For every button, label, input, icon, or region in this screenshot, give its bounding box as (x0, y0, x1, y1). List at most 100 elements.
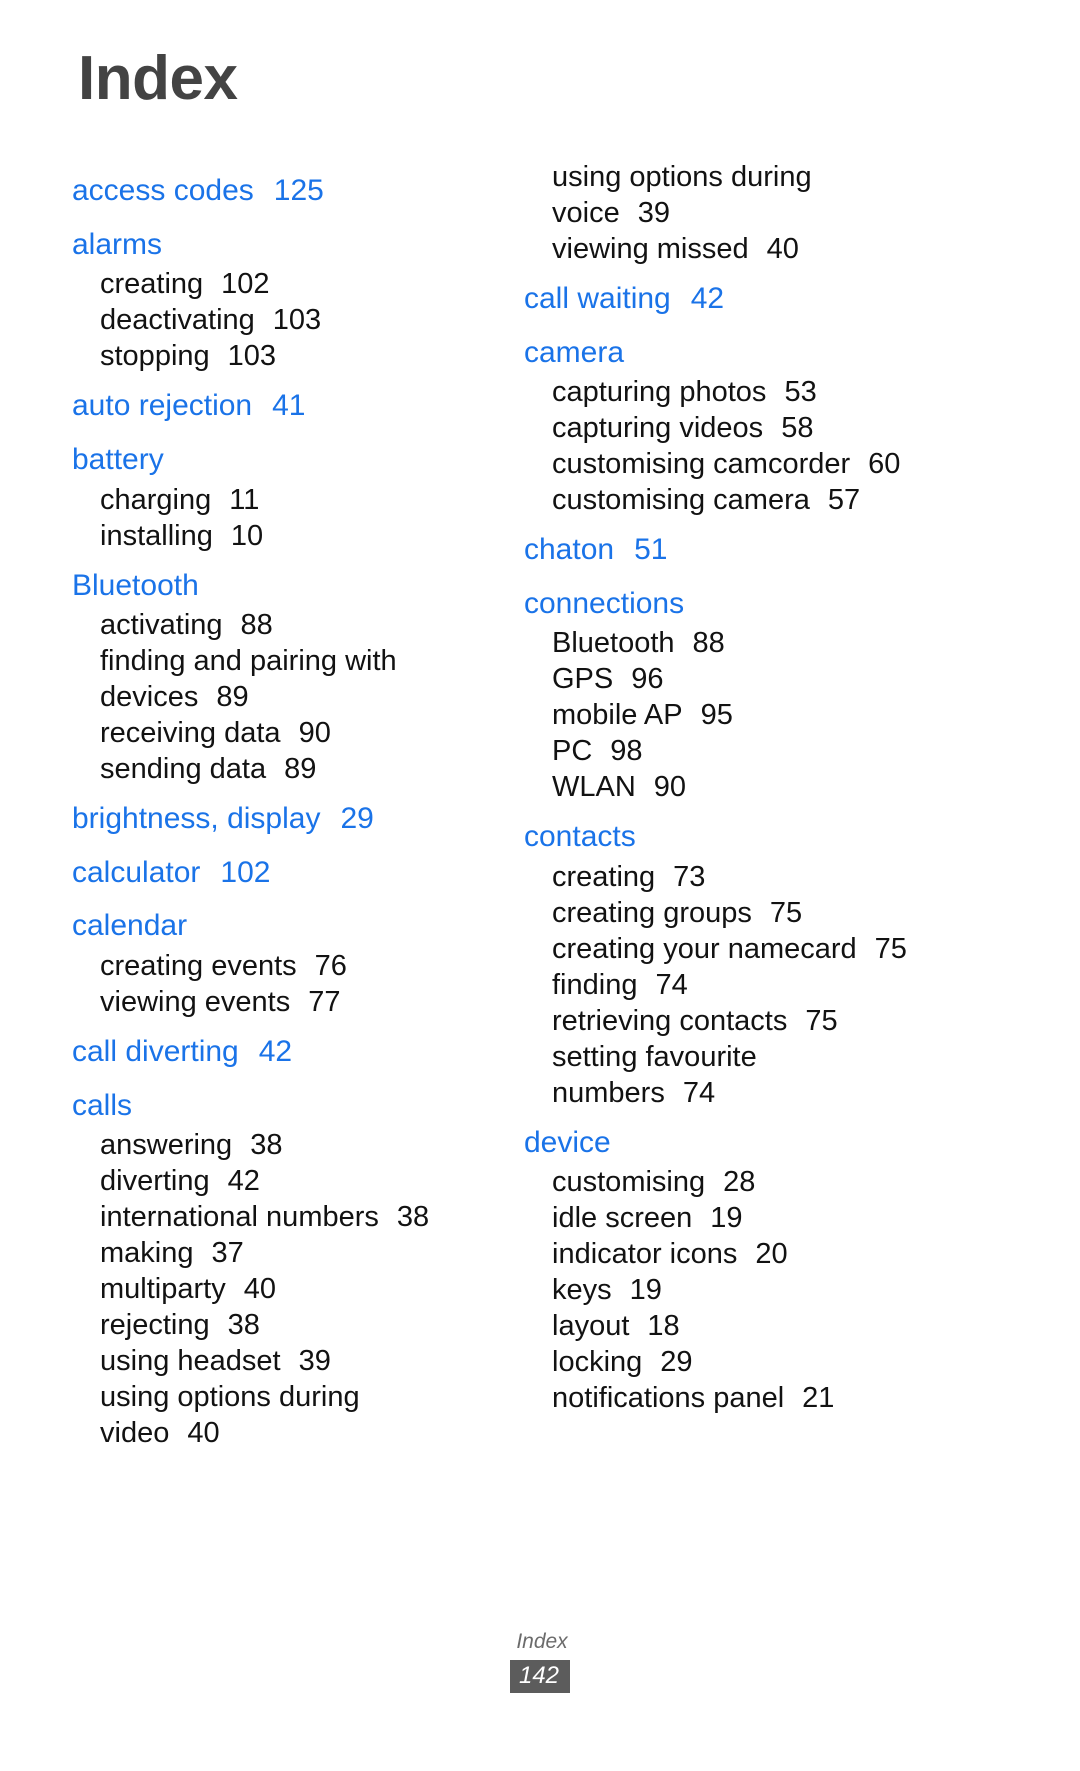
index-subentry[interactable]: locking 29 (524, 1345, 964, 1381)
index-subentry[interactable]: customising camera 57 (524, 483, 964, 519)
index-subentry[interactable]: creating your namecard 75 (524, 932, 964, 968)
index-subentry[interactable]: activating 88 (72, 608, 512, 644)
index-subentry[interactable]: GPS 96 (524, 662, 964, 698)
index-subentry-label: installing (100, 519, 213, 552)
index-heading[interactable]: camera (524, 322, 964, 376)
index-heading-label: device (524, 1125, 611, 1159)
index-heading[interactable]: Bluetooth (72, 555, 512, 609)
index-subentry[interactable]: diverting 42 (72, 1164, 512, 1200)
index-heading-page-number: 42 (690, 281, 725, 315)
index-subentry-label: capturing videos (552, 412, 764, 445)
index-subentry[interactable]: creating 102 (72, 267, 512, 303)
index-subentry[interactable]: retrieving contacts 75 (524, 1004, 964, 1040)
index-entry-group: camera capturing photos 53 capturing videos… (524, 322, 964, 520)
index-subentry-label: customising (552, 1166, 706, 1199)
index-subentry-label: answering (100, 1129, 233, 1162)
index-entry-group: calls answering 38 diverting 42 international… (72, 1075, 512, 1452)
index-subentry-page-number: 18 (647, 1310, 680, 1343)
index-subentry-page-number: 40 (187, 1416, 220, 1449)
index-subentry[interactable]: numbers 74 (524, 1076, 964, 1112)
index-subentry[interactable]: international numbers 38 (72, 1200, 512, 1236)
index-subentry-label: retrieving contacts (552, 1004, 788, 1037)
index-subentry[interactable]: answering 38 (72, 1128, 512, 1164)
index-subentry[interactable]: using options during (524, 160, 964, 196)
index-subentry[interactable]: rejecting 38 (72, 1308, 512, 1344)
index-subentry[interactable]: capturing photos 53 (524, 375, 964, 411)
index-subentry[interactable]: video 40 (72, 1416, 512, 1452)
index-subentry-page-number: 90 (298, 717, 331, 750)
index-subentry[interactable]: idle screen 19 (524, 1201, 964, 1237)
index-heading[interactable]: calls (72, 1075, 512, 1129)
index-heading[interactable]: access codes 125 (72, 160, 512, 214)
index-subentry[interactable]: voice 39 (524, 196, 964, 232)
index-subentry-page-number: 74 (682, 1076, 716, 1109)
index-heading[interactable]: calendar (72, 895, 512, 949)
index-subentry-page-number: 29 (660, 1346, 693, 1378)
index-subentry[interactable]: keys 19 (524, 1273, 964, 1309)
index-subentry-page-number: 28 (723, 1166, 756, 1199)
index-heading[interactable]: auto rejection 41 (72, 375, 512, 429)
index-subentry[interactable]: Bluetooth 88 (524, 626, 964, 662)
index-subentry[interactable]: sending data 89 (72, 752, 512, 788)
index-subentry-label: receiving data (100, 717, 281, 750)
index-subentry-label: using options during (552, 161, 812, 193)
index-subentry[interactable]: creating groups 75 (524, 896, 964, 932)
index-heading-label: access codes (72, 174, 254, 207)
index-heading[interactable]: contacts (524, 806, 964, 860)
index-heading[interactable]: device (524, 1112, 964, 1166)
index-subentry[interactable]: indicator icons 20 (524, 1237, 964, 1273)
index-subentry-page-number: 21 (802, 1381, 835, 1414)
index-entry-group: connections Bluetooth 88 GPS 96 mobile AP 95 PC… (524, 573, 964, 806)
index-subentry-page-number: 88 (240, 609, 273, 642)
index-subentry-label: voice (552, 196, 620, 229)
index-heading[interactable]: connections (524, 573, 964, 627)
index-subentry-label: creating events (100, 950, 297, 983)
index-subentry[interactable]: creating events 76 (72, 949, 512, 985)
page-footer: Index 142 (0, 1630, 1080, 1694)
index-subentry[interactable]: using options during (72, 1380, 512, 1416)
index-subentry-page-number: 19 (629, 1274, 662, 1307)
index-subentry[interactable]: making 37 (72, 1236, 512, 1272)
index-heading-page-number: 41 (272, 389, 306, 423)
index-subentry[interactable]: devices 89 (72, 680, 512, 716)
index-subentry[interactable]: finding 74 (524, 968, 964, 1004)
index-subentry-label: international numbers (100, 1201, 379, 1234)
index-heading-page-number: 51 (634, 533, 668, 567)
index-subentry[interactable]: charging 11 (72, 483, 512, 519)
index-heading[interactable]: brightness, display 29 (72, 788, 512, 842)
index-subentry[interactable]: PC 98 (524, 734, 964, 770)
index-subentry[interactable]: multiparty 40 (72, 1272, 512, 1308)
index-subentry[interactable]: customising 28 (524, 1165, 964, 1201)
index-subentry[interactable]: deactivating 103 (72, 303, 512, 339)
index-column-left: access codes 125 alarms creating 102 deactiva… (72, 160, 512, 1452)
index-subentry[interactable]: mobile AP 95 (524, 698, 964, 734)
index-subentry[interactable]: viewing events 77 (72, 985, 512, 1021)
index-subentry[interactable]: WLAN 90 (524, 770, 964, 806)
index-subentry[interactable]: customising camcorder 60 (524, 447, 964, 483)
index-subentry-label: customising camera (552, 484, 810, 517)
index-heading[interactable]: call waiting 42 (524, 268, 964, 322)
index-heading[interactable]: chaton 51 (524, 519, 964, 573)
index-subentry-page-number: 77 (308, 985, 341, 1018)
index-subentry[interactable]: receiving data 90 (72, 716, 512, 752)
index-heading[interactable]: alarms (72, 214, 512, 268)
index-subentry-label: viewing events (100, 985, 291, 1018)
index-subentry[interactable]: setting favourite (524, 1040, 964, 1076)
index-subentry[interactable]: finding and pairing with (72, 644, 512, 680)
index-subentry[interactable]: creating 73 (524, 860, 964, 896)
index-subentry-page-number: 40 (766, 232, 799, 265)
index-subentry[interactable]: layout 18 (524, 1309, 964, 1345)
index-subentry-page-number: 57 (827, 484, 861, 517)
index-subentry-label: layout (552, 1310, 630, 1343)
index-heading[interactable]: calculator 102 (72, 842, 512, 896)
index-heading[interactable]: battery (72, 429, 512, 483)
index-subentry[interactable]: stopping 103 (72, 339, 512, 375)
index-subentry[interactable]: notifications panel 21 (524, 1381, 964, 1417)
index-subentry-label: sending data (100, 753, 267, 786)
index-subentry[interactable]: installing 10 (72, 519, 512, 555)
index-subentry[interactable]: capturing videos 58 (524, 411, 964, 447)
index-subentry-page-number: 39 (637, 196, 670, 229)
index-heading[interactable]: call diverting 42 (72, 1021, 512, 1075)
index-subentry[interactable]: using headset 39 (72, 1344, 512, 1380)
index-subentry[interactable]: viewing missed 40 (524, 232, 964, 268)
